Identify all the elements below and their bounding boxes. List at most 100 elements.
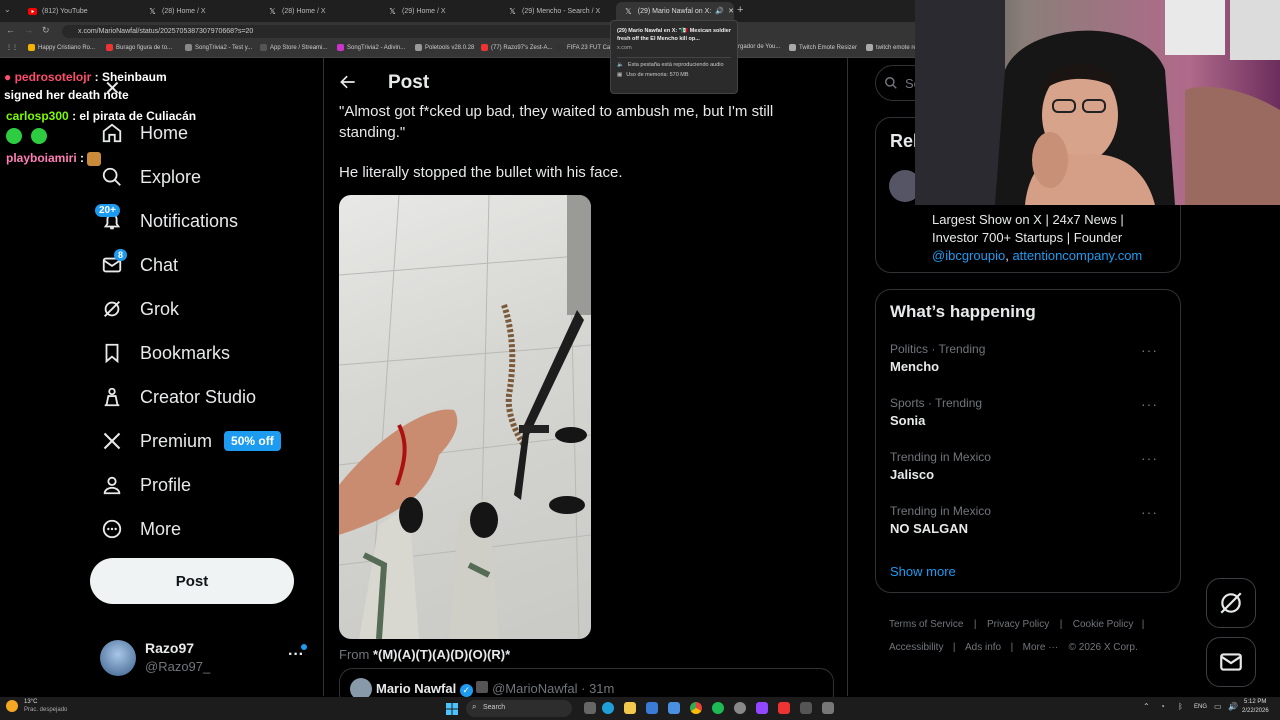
grok-icon	[100, 297, 124, 321]
show-more-link[interactable]: Show more	[890, 564, 956, 579]
footer-link[interactable]: Accessibility	[889, 642, 943, 653]
twitch-icon[interactable]	[756, 702, 768, 714]
nav-home[interactable]: Home	[100, 118, 188, 148]
bookmark-item[interactable]: FIFA 23 FUT Ca...	[557, 44, 615, 51]
wifi-icon[interactable]: ◔	[1160, 702, 1165, 711]
trend-more-icon[interactable]: ···	[1141, 450, 1158, 466]
emote-icon	[31, 128, 47, 144]
reload-icon[interactable]: ↻	[42, 25, 50, 36]
browser-tab[interactable]: 𝕏 (29) Mencho - Search / X	[500, 2, 615, 20]
app-icon[interactable]	[800, 702, 812, 714]
new-tab-button[interactable]: +	[737, 4, 743, 16]
chrome-icon[interactable]	[690, 702, 702, 714]
taskbar-search[interactable]: ⌕ Search	[466, 700, 572, 717]
nav-bookmarks[interactable]: Bookmarks	[100, 338, 230, 368]
nav-notifications[interactable]: Notifications	[100, 206, 238, 236]
footer-links: Terms of Service | Privacy Policy | Cook…	[889, 619, 1145, 653]
post-button[interactable]: Post	[90, 558, 294, 604]
bookmark-item[interactable]: Happy Cristiano Ro...	[28, 44, 95, 51]
nav-chat[interactable]: Chat	[100, 250, 178, 280]
home-icon	[100, 121, 124, 145]
x-icon: 𝕏	[269, 6, 276, 16]
address-bar-row: ← → ↻ x.com/MarioNawfal/status/202570538…	[0, 22, 915, 41]
footer-link[interactable]: Privacy Policy	[987, 619, 1049, 630]
emote-icon	[6, 128, 22, 144]
chat-message: playboiamiri :	[6, 151, 102, 166]
nav-explore[interactable]: Explore	[100, 162, 201, 192]
footer-link[interactable]: Cookie Policy	[1073, 619, 1134, 630]
post-media[interactable]	[339, 195, 591, 639]
x-icon: 𝕏	[389, 6, 396, 16]
nav-premium[interactable]: Premium 50% off	[100, 426, 281, 456]
app-icon[interactable]	[734, 702, 746, 714]
trend-more-icon[interactable]: ···	[1141, 342, 1158, 358]
browser-tab[interactable]: (812) YouTube	[20, 2, 138, 20]
spotify-icon[interactable]	[712, 702, 724, 714]
card-title: What’s happening	[890, 302, 1036, 321]
app-icon[interactable]	[822, 702, 834, 714]
footer-link[interactable]: Ads info	[965, 642, 1001, 653]
store-icon[interactable]	[646, 702, 658, 714]
search-icon	[885, 77, 897, 89]
bookmark-item[interactable]: Burago figura de to...	[106, 44, 172, 51]
bookmark-item[interactable]: App Store / Streami...	[260, 44, 327, 51]
bookmark-item[interactable]: rgador de You...	[738, 44, 780, 50]
bookmark-item[interactable]: twitch emote re...	[866, 44, 922, 51]
notifications-badge: 20+	[95, 204, 120, 217]
start-button[interactable]	[446, 702, 458, 715]
back-nav-icon[interactable]: ←	[6, 25, 15, 35]
footer-more-link[interactable]: More ···	[1023, 642, 1059, 653]
browser-tab-bar: ⌄ (812) YouTube 𝕏 (28) Home / X 𝕏 (28) H…	[0, 0, 915, 22]
bookmark-item[interactable]: SongTrivia2 - Adivin...	[337, 44, 405, 51]
browser-tab-active[interactable]: 𝕏 (29) Mario Nawfal on X: "🇲🇽... 🔊 ✕	[616, 2, 734, 20]
trend-more-icon[interactable]: ···	[1141, 504, 1158, 520]
trend-item[interactable]: Trending in Mexico Jalisco ···	[890, 450, 1180, 490]
bio-link[interactable]: @ibcgroupio	[932, 248, 1005, 263]
grok-float-button[interactable]	[1206, 578, 1256, 628]
nav-profile[interactable]: Profile	[100, 470, 191, 500]
trend-item[interactable]: Politics · Trending Mencho ···	[890, 342, 1180, 382]
browser-tab[interactable]: 𝕏 (29) Home / X	[380, 2, 498, 20]
youtube-icon	[28, 7, 37, 16]
nav-more[interactable]: More	[100, 514, 181, 544]
bluetooth-icon[interactable]: ᛒ	[1178, 702, 1183, 711]
task-view-icon[interactable]	[584, 702, 596, 714]
file-explorer-icon[interactable]	[624, 702, 636, 714]
forward-nav-icon[interactable]: →	[24, 25, 33, 35]
account-switcher[interactable]: Razo97 @Razo97_ ···	[100, 638, 314, 678]
volume-icon[interactable]: 🔊	[1228, 702, 1238, 711]
mail-app-icon[interactable]	[668, 702, 680, 714]
bookmark-item[interactable]: SongTrivia2 - Test y...	[185, 44, 252, 51]
bio-link[interactable]: attentioncompany.com	[1012, 248, 1142, 263]
back-button[interactable]	[338, 72, 360, 94]
close-tab-icon[interactable]: ✕	[728, 7, 734, 15]
x-icon: 𝕏	[625, 6, 632, 16]
tab-list-button[interactable]: ⌄	[4, 5, 16, 17]
bookmark-item[interactable]: Twitch Emote Resizer	[789, 44, 857, 51]
trend-more-icon[interactable]: ···	[1141, 396, 1158, 412]
nav-grok[interactable]: Grok	[100, 294, 179, 324]
bookmark-item[interactable]: Poletools v28.0.28	[415, 44, 474, 51]
apps-icon[interactable]: ⋮⋮	[6, 44, 18, 51]
url-field[interactable]: x.com/MarioNawfal/status/202570538730797…	[62, 25, 622, 38]
app-icon[interactable]	[778, 702, 790, 714]
footer-link[interactable]: Terms of Service	[889, 619, 963, 630]
post-text: He literally stopped the bullet with his…	[339, 164, 623, 181]
browser-tab[interactable]: 𝕏 (28) Home / X	[260, 2, 378, 20]
avatar	[100, 640, 136, 676]
edge-icon[interactable]	[602, 702, 614, 714]
trend-item[interactable]: Sports · Trending Sonia ···	[890, 396, 1180, 436]
nav-creator-studio[interactable]: Creator Studio	[100, 382, 256, 412]
source-user-link[interactable]: *(M)(A)(T)(A)(D)(O)(R)*	[373, 647, 510, 662]
messages-float-button[interactable]	[1206, 637, 1256, 687]
tray-overflow-icon[interactable]: ⌃	[1143, 702, 1150, 711]
network-icon[interactable]: ▭	[1214, 702, 1222, 711]
bookmark-item[interactable]: (77) Razo97's Zest-A...	[481, 44, 553, 51]
chat-badge: 8	[114, 249, 128, 261]
x-close-glyph: ✕	[104, 78, 121, 100]
affiliate-badge-icon	[476, 681, 489, 693]
whats-happening-card: What’s happening Politics · Trending Men…	[875, 289, 1181, 593]
browser-tab[interactable]: 𝕏 (28) Home / X	[140, 2, 258, 20]
audio-icon[interactable]: 🔊	[715, 7, 724, 15]
trend-item[interactable]: Trending in Mexico NO SALGAN ···	[890, 504, 1180, 544]
